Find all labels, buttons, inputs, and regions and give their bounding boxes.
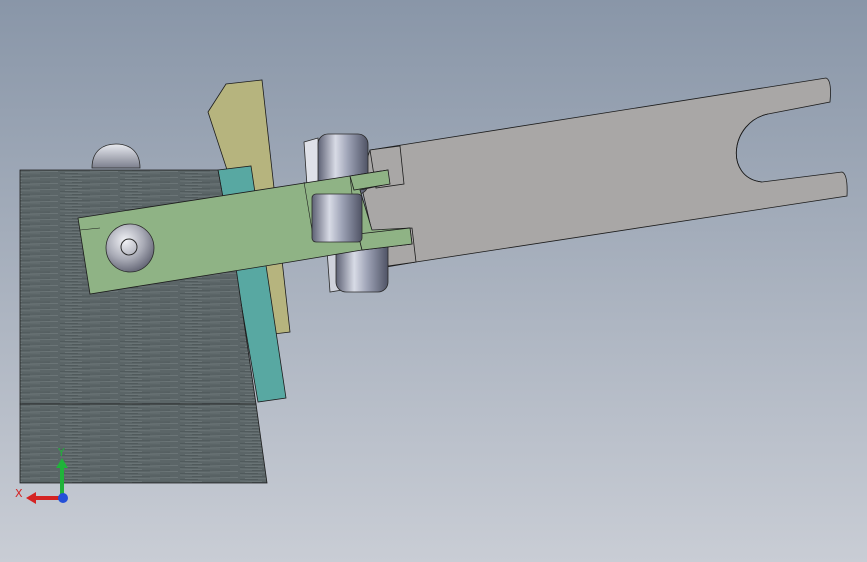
cad-viewport[interactable]: Y X: [0, 0, 867, 562]
triad-y-label: Y: [57, 446, 65, 459]
triad-x-label: X: [15, 487, 23, 500]
hinge-pin-middle: [311, 193, 363, 243]
base-block-lower[interactable]: [19, 403, 268, 484]
arm-bolt-head[interactable]: [105, 223, 155, 273]
triad-z-axis: [58, 493, 68, 503]
